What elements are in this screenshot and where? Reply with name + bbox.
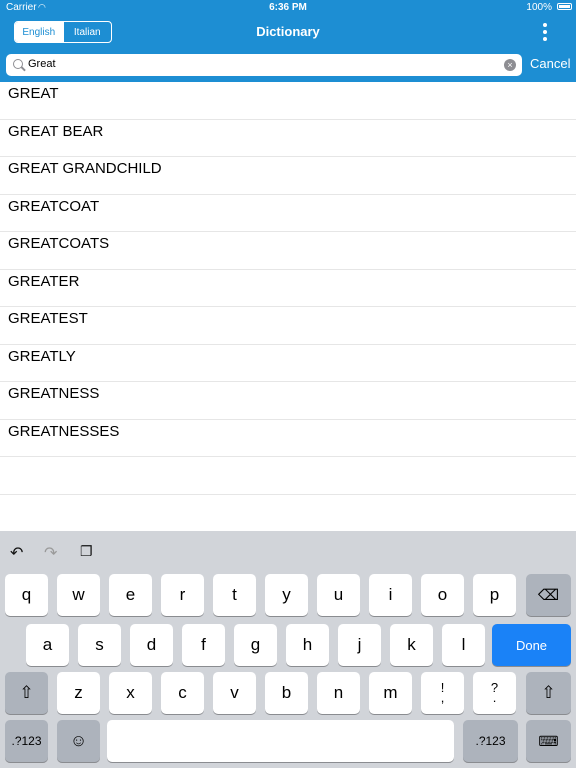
key-j[interactable]: j bbox=[338, 624, 381, 666]
search-icon bbox=[13, 59, 23, 69]
key-b[interactable]: b bbox=[265, 672, 308, 714]
redo-icon[interactable]: ↷ bbox=[44, 543, 57, 563]
key-a[interactable]: a bbox=[26, 624, 69, 666]
key-c[interactable]: c bbox=[161, 672, 204, 714]
clear-icon[interactable]: × bbox=[504, 59, 516, 71]
keyboard-dismiss-icon: ⌨ bbox=[538, 732, 559, 749]
list-item[interactable]: GREATNESSES bbox=[0, 420, 576, 457]
battery-percent: 100% bbox=[526, 2, 552, 13]
key-k[interactable]: k bbox=[390, 624, 433, 666]
results-list: GREAT GREAT BEAR GREAT GRANDCHILD GREATC… bbox=[0, 82, 576, 532]
key-s[interactable]: s bbox=[78, 624, 121, 666]
dismiss-keyboard-key[interactable]: ⌨ bbox=[526, 720, 571, 762]
battery-icon bbox=[557, 3, 572, 10]
key-w[interactable]: w bbox=[57, 574, 100, 616]
key-e[interactable]: e bbox=[109, 574, 152, 616]
key-x[interactable]: x bbox=[109, 672, 152, 714]
list-item[interactable]: GREATNESS bbox=[0, 382, 576, 420]
list-item[interactable]: GREAT GRANDCHILD bbox=[0, 157, 576, 195]
numbers-left-key[interactable]: .?123 bbox=[5, 720, 48, 762]
key-h[interactable]: h bbox=[286, 624, 329, 666]
status-bar: Carrier ◠ 6:36 PM 100% bbox=[0, 0, 576, 16]
status-time: 6:36 PM bbox=[269, 2, 307, 13]
cancel-button[interactable]: Cancel bbox=[530, 56, 570, 71]
list-item-empty bbox=[0, 495, 576, 532]
list-item[interactable]: GREATCOAT bbox=[0, 195, 576, 232]
key-r[interactable]: r bbox=[161, 574, 204, 616]
list-item[interactable]: GREATCOATS bbox=[0, 232, 576, 270]
list-item[interactable]: GREATLY bbox=[0, 345, 576, 382]
key-f[interactable]: f bbox=[182, 624, 225, 666]
key-i[interactable]: i bbox=[369, 574, 412, 616]
paste-icon[interactable]: ❐ bbox=[80, 543, 93, 560]
key-n[interactable]: n bbox=[317, 672, 360, 714]
shift-icon: ⇧ bbox=[19, 683, 34, 702]
list-item[interactable]: GREATER bbox=[0, 270, 576, 307]
undo-icon[interactable]: ↶ bbox=[10, 543, 23, 563]
list-item[interactable]: GREATEST bbox=[0, 307, 576, 345]
key-comma-label: , bbox=[440, 690, 445, 705]
page-title: Dictionary bbox=[256, 24, 320, 39]
key-p[interactable]: p bbox=[473, 574, 516, 616]
shift-right-key[interactable]: ⇧ bbox=[526, 672, 571, 714]
keyboard: ↶ ↷ ❐ q w e r t y u i o p ⌫ a s d f g h … bbox=[0, 531, 576, 768]
backspace-key[interactable]: ⌫ bbox=[526, 574, 571, 616]
key-z[interactable]: z bbox=[57, 672, 100, 714]
key-question-period[interactable]: ? . bbox=[473, 672, 516, 714]
emoji-key[interactable]: ☺ bbox=[57, 720, 100, 762]
list-item-empty bbox=[0, 457, 576, 495]
shift-icon: ⇧ bbox=[541, 683, 556, 702]
list-item[interactable]: GREAT bbox=[0, 82, 576, 120]
shift-left-key[interactable]: ⇧ bbox=[5, 672, 48, 714]
search-input[interactable]: Great bbox=[28, 58, 56, 70]
list-item[interactable]: GREAT BEAR bbox=[0, 120, 576, 157]
done-key[interactable]: Done bbox=[492, 624, 571, 666]
keyboard-toolbar: ↶ ↷ ❐ bbox=[0, 531, 576, 571]
search-bar: Great × Cancel bbox=[0, 48, 576, 82]
key-l[interactable]: l bbox=[442, 624, 485, 666]
key-g[interactable]: g bbox=[234, 624, 277, 666]
key-t[interactable]: t bbox=[213, 574, 256, 616]
key-q[interactable]: q bbox=[5, 574, 48, 616]
key-d[interactable]: d bbox=[130, 624, 173, 666]
numbers-right-key[interactable]: .?123 bbox=[463, 720, 518, 762]
key-o[interactable]: o bbox=[421, 574, 464, 616]
key-y[interactable]: y bbox=[265, 574, 308, 616]
key-v[interactable]: v bbox=[213, 672, 256, 714]
backspace-icon: ⌫ bbox=[537, 587, 560, 604]
nav-bar: English Italian Dictionary bbox=[0, 16, 576, 48]
search-field[interactable]: Great × bbox=[6, 54, 522, 76]
space-key[interactable] bbox=[107, 720, 454, 762]
more-options-icon[interactable] bbox=[542, 23, 548, 41]
key-m[interactable]: m bbox=[369, 672, 412, 714]
key-exclamation-comma[interactable]: ! , bbox=[421, 672, 464, 714]
emoji-icon: ☺ bbox=[69, 731, 88, 750]
key-period-label: . bbox=[492, 690, 497, 705]
key-u[interactable]: u bbox=[317, 574, 360, 616]
